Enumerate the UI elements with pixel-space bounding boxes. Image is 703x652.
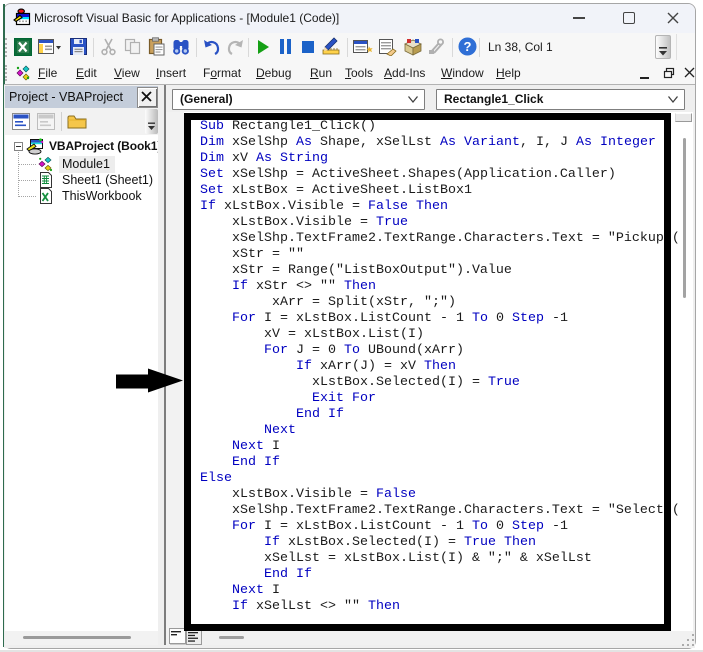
- svg-text:?: ?: [464, 39, 472, 54]
